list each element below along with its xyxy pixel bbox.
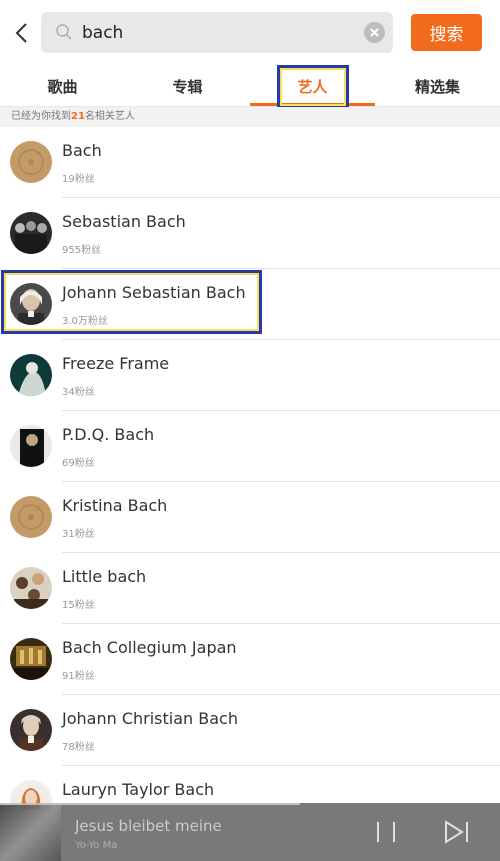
search-icon — [56, 24, 72, 40]
artist-row[interactable]: Bach 19粉丝 — [0, 127, 500, 198]
result-count-bar: 已经为你找到21名相关艺人 — [0, 107, 500, 127]
artist-fans: 15粉丝 — [62, 600, 95, 611]
artist-fans: 31粉丝 — [62, 529, 95, 540]
artist-name: Lauryn Taylor Bach — [62, 780, 215, 799]
artist-name: Little bach — [62, 567, 147, 586]
band-photo-image — [10, 212, 52, 254]
header: 搜索 — [0, 0, 500, 66]
mini-player[interactable]: Jesus bleibet meine Yo-Yo Ma — [0, 803, 500, 861]
pause-icon[interactable] — [372, 820, 400, 844]
artist-name: Freeze Frame — [62, 354, 170, 373]
tab-songs[interactable]: 歌曲 — [0, 66, 125, 107]
tab-bar: 歌曲 专辑 艺人 精选集 — [0, 66, 500, 107]
result-prefix: 已经为你找到 — [11, 111, 71, 122]
artist-fans: 19粉丝 — [62, 174, 95, 185]
artist-avatar — [10, 354, 52, 396]
artist-fans: 34粉丝 — [62, 387, 95, 398]
photo-image — [10, 354, 52, 396]
artist-avatar — [10, 425, 52, 467]
next-track-icon[interactable] — [442, 820, 472, 844]
artist-fans: 955粉丝 — [62, 245, 102, 256]
artist-avatar — [10, 709, 52, 751]
artist-row[interactable]: Kristina Bach 31粉丝 — [0, 482, 500, 553]
artist-name: Kristina Bach — [62, 496, 168, 515]
artist-fans: 69粉丝 — [62, 458, 95, 469]
search-button[interactable]: 搜索 — [411, 14, 482, 51]
chevron-left-icon — [15, 23, 27, 43]
artist-row[interactable]: Johann Sebastian Bach 3.0万粉丝 — [0, 269, 500, 340]
portrait-image — [10, 283, 52, 325]
now-playing-title: Jesus bleibet meine — [75, 817, 222, 835]
artist-avatar — [10, 638, 52, 680]
artist-fans: 3.0万粉丝 — [62, 316, 108, 327]
search-box[interactable] — [41, 12, 393, 53]
artist-avatar — [10, 567, 52, 609]
artist-row[interactable]: Freeze Frame 34粉丝 — [0, 340, 500, 411]
active-tab-indicator — [250, 103, 375, 106]
album-art — [0, 803, 61, 861]
tab-collections[interactable]: 精选集 — [375, 66, 500, 107]
artist-name: Johann Christian Bach — [62, 709, 238, 728]
artist-avatar — [10, 283, 52, 325]
portrait-image — [10, 709, 52, 751]
artist-fans: 91粉丝 — [62, 671, 95, 682]
artist-row[interactable]: P.D.Q. Bach 69粉丝 — [0, 411, 500, 482]
artist-avatar — [10, 212, 52, 254]
artist-name: P.D.Q. Bach — [62, 425, 155, 444]
artist-row[interactable]: Sebastian Bach 955粉丝 — [0, 198, 500, 269]
now-playing-artist: Yo-Yo Ma — [75, 840, 118, 851]
disc-icon — [10, 141, 52, 183]
close-icon — [370, 28, 379, 37]
photo-image — [10, 425, 52, 467]
back-button[interactable] — [8, 16, 36, 50]
result-count: 21 — [71, 111, 85, 122]
tab-artists[interactable]: 艺人 — [250, 66, 375, 107]
hall-photo-image — [10, 638, 52, 680]
artist-row[interactable]: Little bach 15粉丝 — [0, 553, 500, 624]
disc-icon — [10, 496, 52, 538]
artist-name: Bach Collegium Japan — [62, 638, 237, 657]
artist-avatar — [10, 141, 52, 183]
artist-name: Bach — [62, 141, 102, 160]
playback-progress — [0, 803, 300, 805]
artist-avatar — [10, 496, 52, 538]
clear-search-button[interactable] — [364, 22, 385, 43]
artist-row[interactable]: Johann Christian Bach 78粉丝 — [0, 695, 500, 766]
artist-name: Sebastian Bach — [62, 212, 186, 231]
artist-row[interactable]: Bach Collegium Japan 91粉丝 — [0, 624, 500, 695]
artist-fans: 78粉丝 — [62, 742, 95, 753]
search-input[interactable] — [82, 12, 352, 53]
result-suffix: 名相关艺人 — [84, 111, 135, 122]
group-photo-image — [10, 567, 52, 609]
artist-name: Johann Sebastian Bach — [62, 283, 246, 302]
tab-albums[interactable]: 专辑 — [125, 66, 250, 107]
